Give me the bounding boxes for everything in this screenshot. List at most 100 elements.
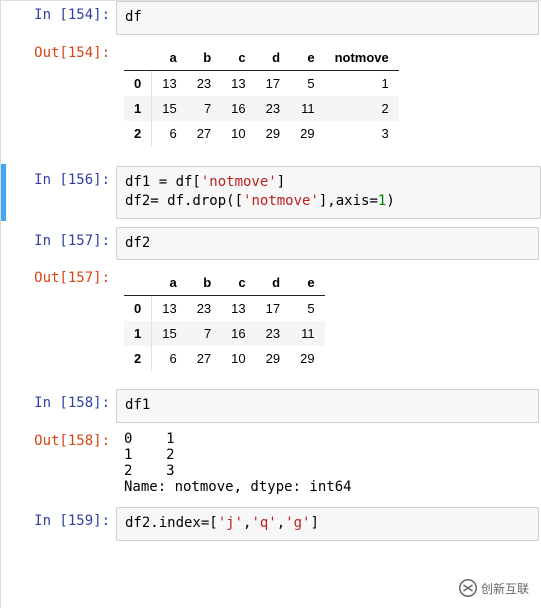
table-header-row: a b c d e (124, 270, 325, 296)
output-cell: Out[158]: 0 1 1 2 2 3 Name: notmove, dty… (1, 427, 541, 503)
cell: 13 (152, 296, 187, 322)
code-text: ) (386, 193, 394, 209)
cell: 15 (152, 96, 187, 121)
cell: 10 (221, 121, 255, 146)
input-prompt: In [156]: (6, 166, 116, 219)
index-header (124, 45, 152, 71)
code-text: df2 (125, 235, 150, 251)
string-literal: 'notmove' (243, 193, 319, 209)
input-prompt: In [154]: (1, 1, 116, 35)
code-text: ],axis= (319, 193, 378, 209)
code-text: , (277, 515, 285, 531)
table-row: 2 6 27 10 29 29 3 (124, 121, 399, 146)
index-header (124, 270, 152, 296)
dataframe-table: a b c d e notmove 0 13 23 13 17 (124, 45, 399, 146)
cell: 23 (256, 321, 290, 346)
code-input[interactable]: df (116, 1, 539, 35)
code-cell[interactable]: In [159]: df2.index=['j','q','g'] (1, 507, 541, 541)
cell: 6 (152, 121, 187, 146)
col-header: c (221, 270, 255, 296)
cell: 11 (290, 321, 324, 346)
cell: 29 (256, 346, 290, 371)
notebook-view: In [154]: df Out[154]: a b c d e notmove (0, 0, 541, 608)
cell: 10 (221, 346, 255, 371)
col-header: b (187, 45, 221, 71)
col-header: b (187, 270, 221, 296)
col-header: c (221, 45, 255, 71)
cell: 1 (325, 70, 399, 96)
string-literal: 'j' (218, 515, 243, 531)
cell: 17 (256, 70, 290, 96)
cell: 23 (187, 70, 221, 96)
dataframe-table: a b c d e 0 13 23 13 17 5 (124, 270, 325, 371)
cell: 5 (290, 70, 324, 96)
string-literal: 'notmove' (201, 174, 277, 190)
cell: 27 (187, 121, 221, 146)
col-header: e (290, 45, 324, 71)
cell: 7 (187, 96, 221, 121)
col-header: a (152, 45, 187, 71)
input-prompt: In [159]: (1, 507, 116, 541)
output-prompt: Out[157]: (1, 264, 116, 385)
output-cell: Out[157]: a b c d e 0 13 (1, 264, 541, 385)
cell: 5 (290, 296, 324, 322)
watermark: 创新互联 (455, 578, 533, 598)
cell: 27 (187, 346, 221, 371)
input-prompt: In [158]: (1, 389, 116, 423)
row-index: 0 (124, 296, 152, 322)
watermark-text: 创新互联 (481, 580, 529, 597)
cell: 29 (290, 346, 324, 371)
code-text: df1 (125, 397, 150, 413)
code-text: df1 = df[ (125, 174, 201, 190)
col-header: notmove (325, 45, 399, 71)
code-input[interactable]: df2.index=['j','q','g'] (116, 507, 539, 541)
cell: 16 (221, 96, 255, 121)
row-index: 2 (124, 346, 152, 371)
table-row: 1 15 7 16 23 11 (124, 321, 325, 346)
table-row: 0 13 23 13 17 5 1 (124, 70, 399, 96)
code-input[interactable]: df1 (116, 389, 539, 423)
code-cell[interactable]: In [157]: df2 (1, 227, 541, 261)
table-row: 0 13 23 13 17 5 (124, 296, 325, 322)
code-cell[interactable]: In [158]: df1 (1, 389, 541, 423)
cell: 6 (152, 346, 187, 371)
active-code-cell[interactable]: In [156]: df1 = df['notmove'] df2= df.dr… (1, 164, 541, 221)
cell: 17 (256, 296, 290, 322)
cell: 13 (152, 70, 187, 96)
cell: 29 (256, 121, 290, 146)
table-header-row: a b c d e notmove (124, 45, 399, 71)
row-index: 1 (124, 321, 152, 346)
code-input[interactable]: df2 (116, 227, 539, 261)
string-literal: 'q' (251, 515, 276, 531)
cell: 13 (221, 296, 255, 322)
input-prompt: In [157]: (1, 227, 116, 261)
code-cell[interactable]: In [154]: df (1, 1, 541, 35)
cell: 11 (290, 96, 324, 121)
col-header: a (152, 270, 187, 296)
col-header: d (256, 270, 290, 296)
cell: 23 (187, 296, 221, 322)
cell: 3 (325, 121, 399, 146)
cell: 2 (325, 96, 399, 121)
output-text: 0 1 1 2 2 3 Name: notmove, dtype: int64 (116, 427, 539, 503)
row-index: 0 (124, 70, 152, 96)
table-row: 2 6 27 10 29 29 (124, 346, 325, 371)
cell: 13 (221, 70, 255, 96)
cell: 29 (290, 121, 324, 146)
col-header: d (256, 45, 290, 71)
row-index: 1 (124, 96, 152, 121)
string-literal: 'g' (285, 515, 310, 531)
code-text: ] (310, 515, 318, 531)
cell: 16 (221, 321, 255, 346)
table-row: 1 15 7 16 23 11 2 (124, 96, 399, 121)
output-prompt: Out[158]: (1, 427, 116, 503)
col-header: e (290, 270, 324, 296)
code-input[interactable]: df1 = df['notmove'] df2= df.drop(['notmo… (116, 166, 541, 219)
row-index: 2 (124, 121, 152, 146)
cell: 15 (152, 321, 187, 346)
output-prompt: Out[154]: (1, 39, 116, 160)
code-text: df (125, 9, 142, 25)
cell: 23 (256, 96, 290, 121)
cell: 7 (187, 321, 221, 346)
watermark-logo-icon (459, 579, 477, 597)
